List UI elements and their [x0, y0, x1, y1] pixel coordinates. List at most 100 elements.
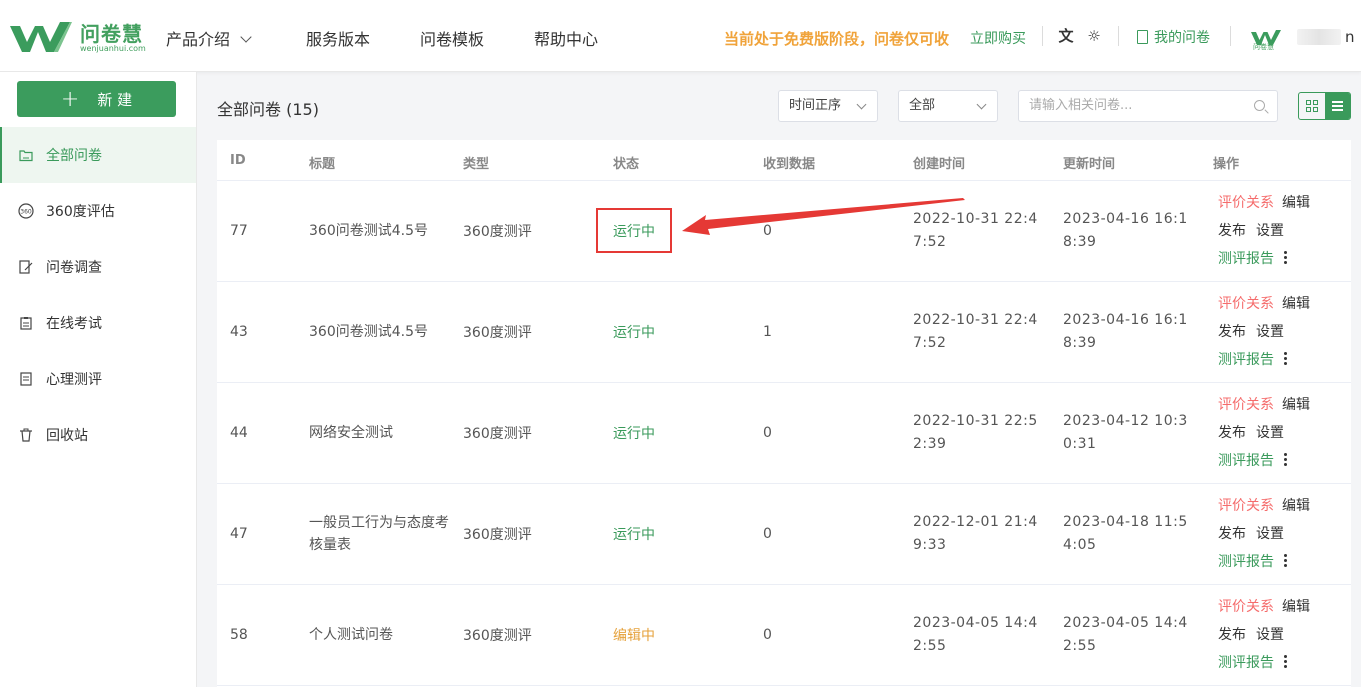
new-survey-label: 新 建 [97, 90, 133, 109]
nav-survey-templates[interactable]: 问卷模板 [420, 26, 484, 50]
plus-icon: + [60, 86, 80, 112]
assessment-report-link[interactable]: 测评报告 [1218, 655, 1274, 671]
edit-link[interactable]: 编辑 [1282, 195, 1310, 211]
header-divider [1230, 26, 1231, 46]
assessment-report-link[interactable]: 测评报告 [1218, 352, 1274, 368]
status-filter-select[interactable]: 全部 [898, 90, 998, 122]
sort-order-value: 时间正序 [789, 98, 842, 113]
edit-link[interactable]: 编辑 [1282, 599, 1310, 615]
row-status: 编辑中 [613, 628, 655, 644]
column-header-id: ID [230, 153, 246, 168]
assessment-report-link[interactable]: 测评报告 [1218, 453, 1274, 469]
new-survey-button[interactable]: + 新 建 [17, 81, 176, 117]
edit-link[interactable]: 编辑 [1282, 397, 1310, 413]
folder-icon [18, 147, 34, 163]
settings-link[interactable]: 设置 [1256, 223, 1284, 239]
row-type: 360度测评 [463, 527, 532, 543]
user-name-redacted[interactable] [1297, 29, 1341, 45]
nav-service-version[interactable]: 服务版本 [306, 26, 370, 50]
theme-sun-icon[interactable]: ☼ [1084, 26, 1104, 46]
settings-link[interactable]: 设置 [1256, 324, 1284, 340]
evaluation-relation-link[interactable]: 评价关系 [1218, 397, 1274, 413]
row-type: 360度测评 [463, 325, 532, 341]
row-created-time: 2022-12-01 21:49:33 [913, 514, 1038, 553]
nav-product-intro-label: 产品介绍 [166, 30, 231, 49]
assessment-report-link[interactable]: 测评报告 [1218, 554, 1274, 570]
nav-product-intro[interactable]: 产品介绍 [166, 26, 252, 50]
translate-icon[interactable]: 文 [1056, 26, 1076, 46]
sidebar-item-online-exam[interactable]: 在线考试 [0, 295, 196, 351]
row-updated-time: 2023-04-12 10:30:31 [1063, 413, 1188, 452]
settings-link[interactable]: 设置 [1256, 526, 1284, 542]
row-title[interactable]: 个人测试问卷 [309, 624, 449, 646]
sidebar: + 新 建 全部问卷 360 360度评估 问卷调查 在线考试 心理测评 回收站 [0, 72, 197, 687]
sidebar-item-all-surveys[interactable]: 全部问卷 [0, 127, 196, 183]
table-row: 43 360问卷测试4.5号 360度测评 运行中 1 2022-10-31 2… [217, 282, 1351, 383]
publish-link[interactable]: 发布 [1218, 223, 1246, 239]
page-title: 全部问卷 (15) [217, 100, 319, 119]
more-vertical-icon[interactable] [1284, 251, 1288, 265]
row-actions: 评价关系 编辑 发布 设置 测评报告 [1218, 495, 1348, 579]
list-view-button[interactable] [1324, 93, 1350, 119]
publish-link[interactable]: 发布 [1218, 627, 1246, 643]
more-vertical-icon[interactable] [1284, 655, 1288, 669]
publish-link[interactable]: 发布 [1218, 324, 1246, 340]
edit-link[interactable]: 编辑 [1282, 498, 1310, 514]
svg-text:360: 360 [20, 209, 32, 216]
settings-link[interactable]: 设置 [1256, 627, 1284, 643]
sidebar-item-questionnaire[interactable]: 问卷调查 [0, 239, 196, 295]
evaluation-relation-link[interactable]: 评价关系 [1218, 296, 1274, 312]
nav-help-center[interactable]: 帮助中心 [534, 26, 598, 50]
buy-now-link[interactable]: 立即购买 [970, 28, 1026, 48]
my-surveys-link[interactable]: 我的问卷 [1137, 27, 1210, 47]
sidebar-item-360-evaluation[interactable]: 360 360度评估 [0, 183, 196, 239]
survey-search-input[interactable]: 请输入相关问卷... [1018, 90, 1278, 122]
assessment-report-link[interactable]: 测评报告 [1218, 251, 1274, 267]
publish-link[interactable]: 发布 [1218, 526, 1246, 542]
row-received-count: 0 [763, 627, 772, 643]
evaluation-relation-link[interactable]: 评价关系 [1218, 599, 1274, 615]
avatar-brand-label: 问卷慧 [1253, 43, 1274, 51]
chevron-down-icon [856, 99, 867, 110]
row-id: 44 [230, 425, 248, 441]
sort-order-select[interactable]: 时间正序 [778, 90, 878, 122]
sidebar-item-recycle-bin[interactable]: 回收站 [0, 407, 196, 463]
row-updated-time: 2023-04-05 14:42:55 [1063, 615, 1188, 654]
status-filter-value: 全部 [909, 98, 936, 113]
more-vertical-icon[interactable] [1284, 453, 1288, 467]
evaluation-relation-link[interactable]: 评价关系 [1218, 195, 1274, 211]
table-row: 44 网络安全测试 360度测评 运行中 0 2022-10-31 22:52:… [217, 383, 1351, 484]
settings-link[interactable]: 设置 [1256, 425, 1284, 441]
row-updated-time: 2023-04-16 16:18:39 [1063, 312, 1188, 351]
edit-survey-icon [18, 259, 34, 275]
row-title[interactable]: 网络安全测试 [309, 422, 449, 444]
more-vertical-icon[interactable] [1284, 554, 1288, 568]
column-header-type: 类型 [463, 157, 490, 172]
brand-logo[interactable]: 问卷慧 wenjuanhui.com [8, 14, 148, 58]
document-icon [1137, 30, 1148, 44]
user-name-suffix[interactable]: n [1345, 28, 1355, 46]
sidebar-item-label: 360度评估 [46, 204, 115, 220]
edit-link[interactable]: 编辑 [1282, 296, 1310, 312]
list-icon [1331, 101, 1343, 111]
column-header-updated: 更新时间 [1063, 157, 1116, 172]
row-title[interactable]: 360问卷测试4.5号 [309, 321, 449, 343]
sidebar-item-label: 回收站 [46, 428, 88, 444]
evaluation-relation-link[interactable]: 评价关系 [1218, 498, 1274, 514]
header-divider [1118, 26, 1119, 46]
publish-link[interactable]: 发布 [1218, 425, 1246, 441]
document-icon [18, 371, 34, 387]
row-title[interactable]: 360问卷测试4.5号 [309, 220, 449, 242]
row-received-count: 1 [763, 324, 772, 340]
row-type: 360度测评 [463, 628, 532, 644]
sidebar-item-label: 心理测评 [46, 372, 102, 388]
row-id: 43 [230, 324, 248, 340]
search-icon[interactable] [1254, 100, 1265, 111]
row-title[interactable]: 一般员工行为与态度考核量表 [309, 512, 449, 556]
my-surveys-label: 我的问卷 [1154, 30, 1210, 46]
grid-view-button[interactable] [1299, 93, 1325, 119]
sidebar-item-psych-assessment[interactable]: 心理测评 [0, 351, 196, 407]
table-row: 47 一般员工行为与态度考核量表 360度测评 运行中 0 2022-12-01… [217, 484, 1351, 585]
more-vertical-icon[interactable] [1284, 352, 1288, 366]
row-actions: 评价关系 编辑 发布 设置 测评报告 [1218, 596, 1348, 680]
